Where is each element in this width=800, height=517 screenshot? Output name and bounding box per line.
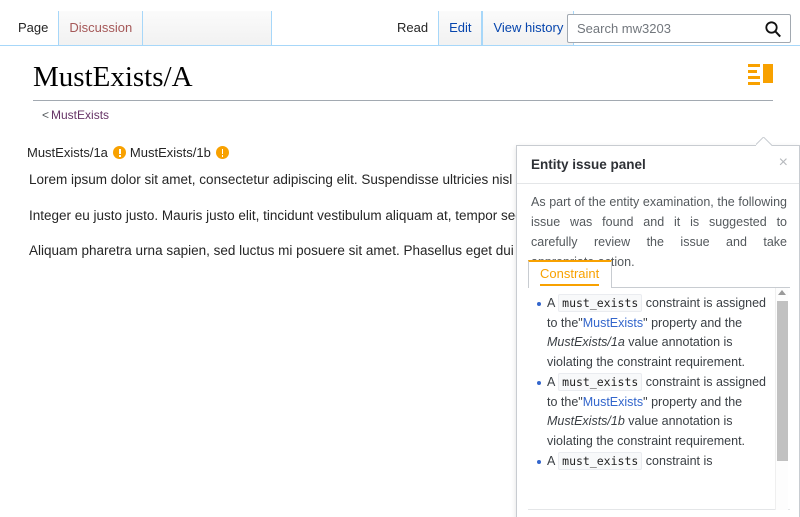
issue-mid: constraint is	[645, 454, 713, 468]
panel-footer: constraint	[517, 510, 799, 517]
tab-edit[interactable]: Edit	[438, 11, 483, 46]
entity-panel-icon-bars	[748, 64, 760, 88]
panel-issue-scroll[interactable]: A must_exists constraint is assigned to …	[528, 288, 790, 510]
entity-label-1b: MustExists/1b	[129, 145, 211, 160]
tab-read-label: Read	[397, 20, 429, 35]
panel-caret	[756, 137, 772, 146]
panel-title: Entity issue panel	[531, 157, 646, 172]
tab-constraint-underline	[540, 284, 600, 286]
tab-constraint[interactable]: Constraint	[528, 260, 613, 288]
issue-prefix: A	[547, 454, 555, 468]
tab-read[interactable]: Read	[387, 11, 439, 46]
tab-view-history[interactable]: View history	[482, 11, 575, 46]
issue-code: must_exists	[558, 294, 643, 312]
warning-icon[interactable]	[215, 146, 229, 159]
list-item: A must_exists constraint is assigned to …	[537, 294, 774, 372]
entity-list: MustExists/1a MustExists/1b	[27, 145, 233, 160]
view-tabs: Read Edit View history	[387, 11, 575, 46]
panel-header: Entity issue panel ×	[517, 146, 799, 184]
issue-after-property: property and the	[651, 394, 743, 409]
issue-quote-close: "	[643, 394, 648, 409]
top-tab-bar: Page Discussion Read Edit View history	[0, 0, 800, 46]
panel-scrollbar[interactable]	[775, 288, 788, 510]
issue-code: must_exists	[558, 452, 643, 470]
close-icon[interactable]: ×	[779, 155, 788, 171]
issue-list: A must_exists constraint is assigned to …	[528, 288, 790, 472]
title-divider	[33, 100, 773, 101]
entity-label-1a: MustExists/1a	[27, 145, 108, 160]
page-root: Page Discussion Read Edit View history S…	[0, 0, 800, 517]
page-title: MustExists/A	[33, 61, 193, 93]
entity-issue-panel: Entity issue panel × As part of the enti…	[516, 145, 800, 517]
warning-icon[interactable]	[112, 146, 126, 159]
issue-annotation: MustExists/1b	[547, 414, 625, 428]
tab-constraint-label: Constraint	[540, 266, 600, 281]
scrollbar-thumb[interactable]	[777, 301, 788, 461]
issue-property-link[interactable]: MustExists	[583, 395, 643, 409]
breadcrumb: < MustExists	[42, 108, 109, 122]
tab-edit-label: Edit	[449, 20, 472, 35]
issue-prefix: A	[547, 375, 555, 389]
scroll-up-icon[interactable]	[778, 290, 786, 295]
issue-prefix: A	[547, 296, 555, 310]
issue-property-link[interactable]: MustExists	[583, 316, 643, 330]
panel-tabs: Constraint	[528, 260, 790, 288]
tab-discussion-label: Discussion	[69, 20, 133, 35]
tab-page[interactable]: Page	[8, 11, 59, 46]
content-area: MustExists/A < MustExists MustExists/1a Mu…	[0, 46, 800, 517]
issue-annotation: MustExists/1a	[547, 335, 625, 349]
list-item: A must_exists constraint is assigned to …	[537, 373, 774, 451]
issue-quote-close: "	[643, 315, 648, 330]
entity-panel-icon-block	[763, 64, 773, 83]
tab-discussion[interactable]: Discussion	[58, 11, 144, 46]
issue-code: must_exists	[558, 373, 643, 391]
tab-filler	[143, 11, 273, 46]
tab-view-history-label: View history	[493, 20, 564, 35]
issue-after-property: property and the	[651, 315, 743, 330]
search-icon[interactable]	[764, 20, 782, 38]
search-box[interactable]	[567, 14, 791, 43]
breadcrumb-arrow: <	[42, 108, 50, 122]
list-item: A must_exists constraint is	[537, 452, 774, 472]
entity-panel-icon[interactable]	[748, 63, 774, 85]
namespace-tabs: Page Discussion	[8, 11, 273, 46]
tab-page-label: Page	[18, 20, 49, 35]
search-input[interactable]	[575, 15, 760, 42]
breadcrumb-link-mustexists[interactable]: MustExists	[51, 108, 109, 122]
